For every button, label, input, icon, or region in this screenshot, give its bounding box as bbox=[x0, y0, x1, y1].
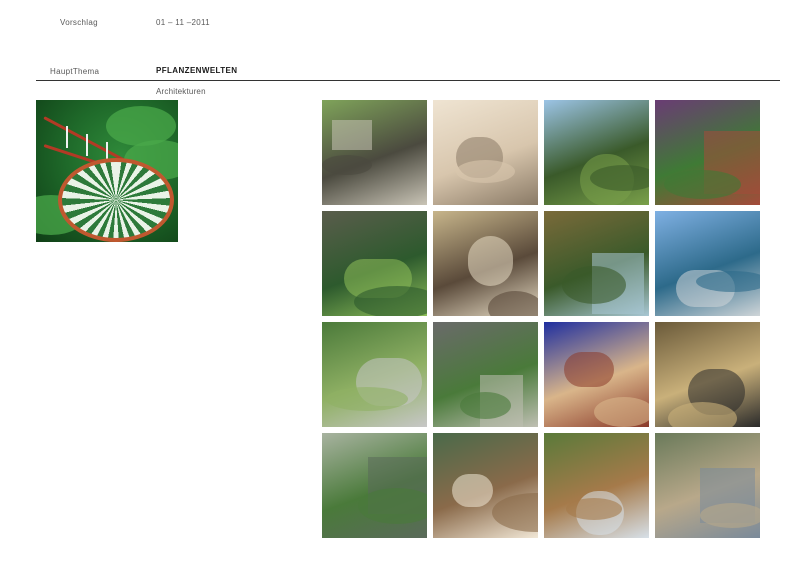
date-text: 01 – 11 –2011 bbox=[156, 18, 210, 27]
photo-detail bbox=[322, 155, 372, 175]
photo-detail bbox=[696, 271, 760, 292]
gallery-photo bbox=[433, 322, 538, 427]
gallery-photo bbox=[655, 211, 760, 316]
photo-gallery bbox=[322, 100, 760, 538]
photo-detail bbox=[452, 474, 493, 507]
gallery-photo bbox=[544, 211, 649, 316]
photo-detail bbox=[700, 503, 760, 528]
photo-detail bbox=[332, 120, 372, 150]
photo-detail bbox=[326, 387, 408, 411]
gallery-photo bbox=[433, 100, 538, 205]
gallery-photo bbox=[322, 100, 427, 205]
photo-detail bbox=[564, 352, 614, 387]
hero-spiral-staircase bbox=[58, 158, 174, 242]
photo-detail bbox=[492, 493, 538, 532]
photo-detail bbox=[468, 236, 513, 286]
hero-image bbox=[36, 100, 178, 242]
photo-detail bbox=[562, 266, 626, 304]
subtheme-text: Architekturen bbox=[156, 87, 206, 96]
photo-detail bbox=[354, 286, 427, 316]
gallery-photo bbox=[322, 322, 427, 427]
gallery-photo bbox=[655, 322, 760, 427]
gallery-photo bbox=[544, 433, 649, 538]
hero-baluster bbox=[86, 134, 88, 156]
photo-detail bbox=[590, 165, 649, 191]
gallery-photo bbox=[655, 100, 760, 205]
gallery-photo bbox=[655, 433, 760, 538]
photo-detail bbox=[668, 402, 737, 427]
photo-detail bbox=[488, 291, 538, 316]
theme-label: HauptThema bbox=[50, 67, 100, 76]
gallery-photo bbox=[322, 211, 427, 316]
photo-detail bbox=[594, 397, 649, 427]
proposal-label: Vorschlag bbox=[60, 18, 98, 27]
gallery-photo bbox=[433, 433, 538, 538]
gallery-photo bbox=[433, 211, 538, 316]
photo-detail bbox=[358, 488, 427, 524]
photo-detail bbox=[460, 392, 511, 419]
photo-detail bbox=[664, 170, 741, 199]
hero-baluster bbox=[66, 126, 68, 148]
theme-title: PFLANZENWELTEN bbox=[156, 66, 238, 75]
gallery-photo bbox=[544, 100, 649, 205]
gallery-photo bbox=[322, 433, 427, 538]
header-divider bbox=[36, 80, 780, 81]
photo-detail bbox=[566, 498, 622, 520]
photo-detail bbox=[456, 160, 515, 183]
gallery-photo bbox=[544, 322, 649, 427]
